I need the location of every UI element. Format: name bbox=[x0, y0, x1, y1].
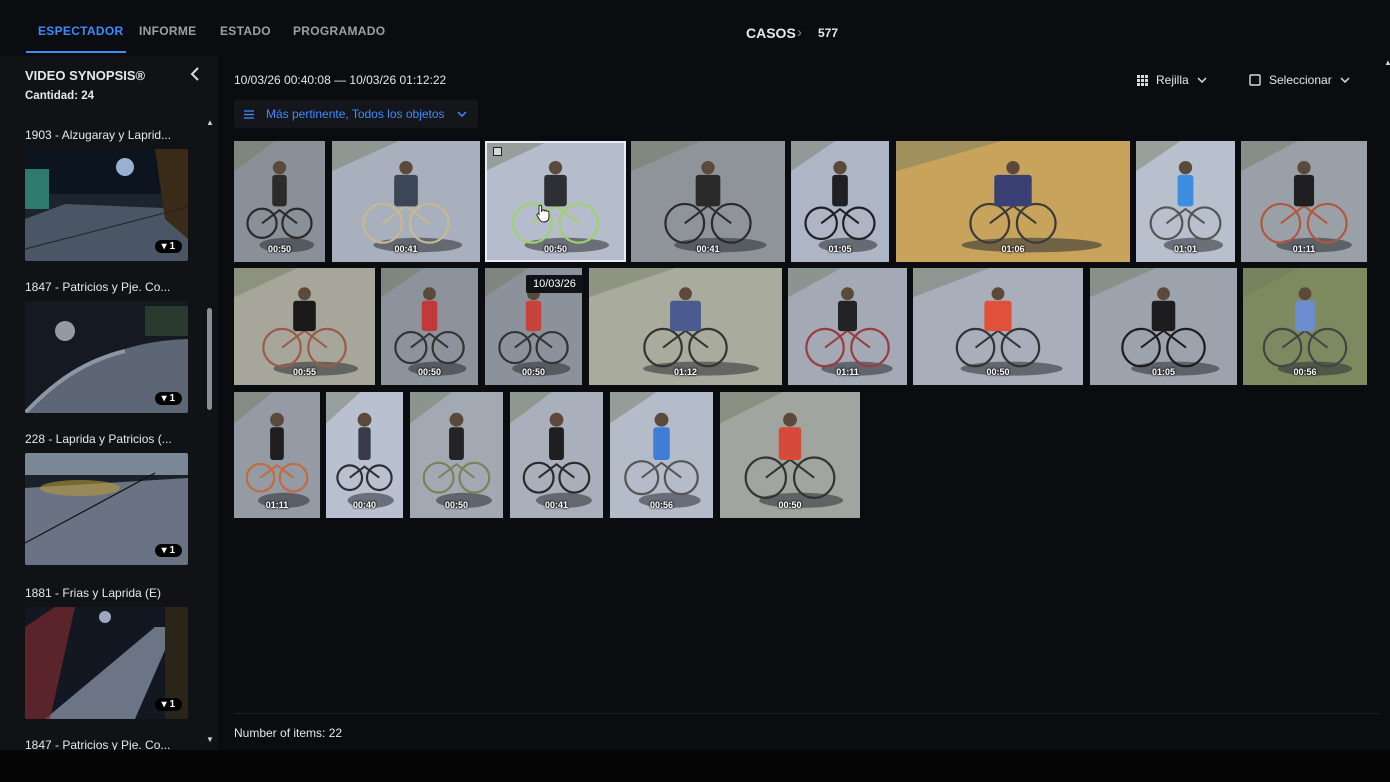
list-icon bbox=[244, 109, 254, 119]
scroll-up-icon[interactable]: ▲ bbox=[1384, 58, 1390, 67]
clip-duration: 00:50 bbox=[521, 367, 546, 377]
clip-duration: 00:41 bbox=[544, 500, 569, 510]
clip-duration: 00:50 bbox=[778, 500, 802, 510]
tab-espectador[interactable]: ESPECTADOR bbox=[38, 24, 123, 38]
clip-duration: 01:11 bbox=[1292, 244, 1316, 254]
select-label: Seleccionar bbox=[1269, 73, 1332, 87]
camera-thumbnail[interactable]: ▾ 1 bbox=[25, 607, 188, 719]
synopsis-thumbnail[interactable]: 00:50 bbox=[913, 268, 1083, 385]
sort-filter-dropdown[interactable]: Más pertinente, Todos los objetos bbox=[234, 100, 478, 128]
synopsis-thumbnail[interactable]: 01:11 bbox=[1241, 141, 1367, 262]
items-count: Number of items: 22 bbox=[234, 726, 343, 740]
synopsis-thumbnail[interactable]: 00:50 bbox=[234, 141, 325, 262]
clip-duration: 00:50 bbox=[986, 367, 1010, 377]
synopsis-thumbnail[interactable]: 00:50 bbox=[381, 268, 478, 385]
clip-duration: 01:11 bbox=[836, 367, 859, 377]
sidebar-scrollbar[interactable] bbox=[207, 308, 212, 410]
synopsis-thumbnail[interactable]: 00:50 bbox=[720, 392, 860, 518]
synopsis-thumbnail[interactable]: 00:50 bbox=[485, 141, 626, 262]
clip-duration: 00:40 bbox=[352, 500, 377, 510]
clip-duration: 01:06 bbox=[1001, 244, 1025, 254]
synopsis-thumbnail[interactable]: 01:11 bbox=[234, 392, 320, 518]
synopsis-thumbnail[interactable]: 00:55 bbox=[234, 268, 375, 385]
top-bar: ESPECTADOR INFORME ESTADO PROGRAMADO CAS… bbox=[0, 0, 1390, 56]
camera-title[interactable]: 1881 - Frias y Laprida (E) bbox=[25, 586, 161, 600]
clip-duration: 00:50 bbox=[267, 244, 292, 254]
camera-title[interactable]: 228 - Laprida y Patricios (... bbox=[25, 432, 172, 446]
synopsis-thumbnail[interactable]: 00:40 bbox=[326, 392, 403, 518]
sort-filter-label: Más pertinente, Todos los objetos bbox=[266, 107, 445, 121]
chevron-down-icon bbox=[457, 111, 467, 117]
sidebar-title: VIDEO SYNOPSIS® bbox=[25, 68, 146, 83]
tab-informe[interactable]: INFORME bbox=[139, 24, 196, 38]
synopsis-thumbnail[interactable]: 01:01 bbox=[1136, 141, 1235, 262]
select-dropdown[interactable]: Seleccionar bbox=[1249, 73, 1350, 87]
checkbox-icon bbox=[1249, 74, 1261, 86]
footer-divider bbox=[234, 713, 1380, 714]
synopsis-thumbnail[interactable]: 00:56 bbox=[610, 392, 713, 518]
camera-title[interactable]: 1847 - Patricios y Pje. Co... bbox=[25, 280, 170, 294]
clip-duration: 01:01 bbox=[1173, 244, 1198, 254]
clip-duration: 00:41 bbox=[696, 244, 720, 254]
camera-thumbnail[interactable]: ▾ 1 bbox=[25, 149, 188, 261]
camera-thumbnail[interactable]: ▾ 1 bbox=[25, 453, 188, 565]
clip-duration: 01:05 bbox=[828, 244, 852, 254]
clip-duration: 00:55 bbox=[292, 367, 317, 377]
synopsis-thumbnail[interactable]: 00:41 bbox=[510, 392, 603, 518]
grid-view-label: Rejilla bbox=[1156, 73, 1189, 87]
clip-duration: 00:50 bbox=[543, 244, 568, 254]
timestamp-tooltip: 10/03/26 bbox=[526, 275, 583, 293]
clip-duration: 00:41 bbox=[394, 244, 418, 254]
time-range: 10/03/26 00:40:08 — 10/03/26 01:12:22 bbox=[234, 73, 447, 87]
synopsis-thumbnail[interactable]: 00:56 bbox=[1243, 268, 1367, 385]
object-count-badge: ▾ 1 bbox=[154, 544, 182, 557]
object-count-badge: ▾ 1 bbox=[154, 240, 182, 253]
scroll-up-icon[interactable]: ▲ bbox=[206, 118, 214, 127]
chevron-down-icon bbox=[1197, 77, 1207, 83]
synopsis-thumbnail[interactable]: 00:50 bbox=[410, 392, 503, 518]
sidebar-count: Cantidad: 24 bbox=[25, 90, 95, 102]
collapse-sidebar-button[interactable] bbox=[190, 66, 200, 86]
hand-cursor-icon bbox=[536, 204, 550, 223]
camera-title[interactable]: 1903 - Alzugaray y Laprid... bbox=[25, 128, 171, 142]
breadcrumb-casos[interactable]: CASOS bbox=[746, 25, 796, 41]
clip-duration: 00:56 bbox=[649, 500, 674, 510]
tab-estado[interactable]: ESTADO bbox=[220, 24, 271, 38]
synopsis-thumbnail[interactable]: 00:41 bbox=[332, 141, 480, 262]
clip-duration: 01:12 bbox=[673, 367, 698, 377]
synopsis-thumbnail[interactable]: 01:12 bbox=[589, 268, 782, 385]
clip-duration: 00:50 bbox=[417, 367, 442, 377]
synopsis-thumbnail[interactable]: 01:11 bbox=[788, 268, 907, 385]
clip-duration: 00:50 bbox=[444, 500, 469, 510]
clip-duration: 00:56 bbox=[1293, 367, 1317, 377]
tab-programado[interactable]: PROGRAMADO bbox=[293, 24, 385, 38]
chevron-right-icon: › bbox=[797, 24, 802, 41]
scroll-down-icon[interactable]: ▼ bbox=[206, 735, 214, 744]
clip-duration: 01:11 bbox=[265, 500, 289, 510]
bottom-bar bbox=[0, 750, 1390, 782]
camera-thumbnail[interactable]: ▾ 1 bbox=[25, 301, 188, 413]
grid-view-dropdown[interactable]: Rejilla bbox=[1137, 73, 1207, 87]
chevron-down-icon bbox=[1340, 77, 1350, 83]
active-tab-indicator bbox=[26, 51, 126, 53]
sidebar: VIDEO SYNOPSIS® Cantidad: 24 1903 - Alzu… bbox=[0, 56, 218, 752]
clip-duration: 01:05 bbox=[1151, 367, 1176, 377]
synopsis-thumbnail[interactable]: 00:41 bbox=[631, 141, 785, 262]
object-count-badge: ▾ 1 bbox=[154, 392, 182, 405]
breadcrumb-case-id: 577 bbox=[818, 26, 839, 40]
grid-icon bbox=[1137, 74, 1148, 86]
synopsis-thumbnail[interactable]: 01:05 bbox=[1090, 268, 1237, 385]
chevron-left-icon bbox=[190, 67, 199, 81]
synopsis-thumbnail[interactable]: 01:05 bbox=[791, 141, 889, 262]
object-count-badge: ▾ 1 bbox=[154, 698, 182, 711]
synopsis-thumbnail[interactable]: 01:06 bbox=[896, 141, 1130, 262]
tile-checkbox[interactable] bbox=[493, 147, 502, 156]
